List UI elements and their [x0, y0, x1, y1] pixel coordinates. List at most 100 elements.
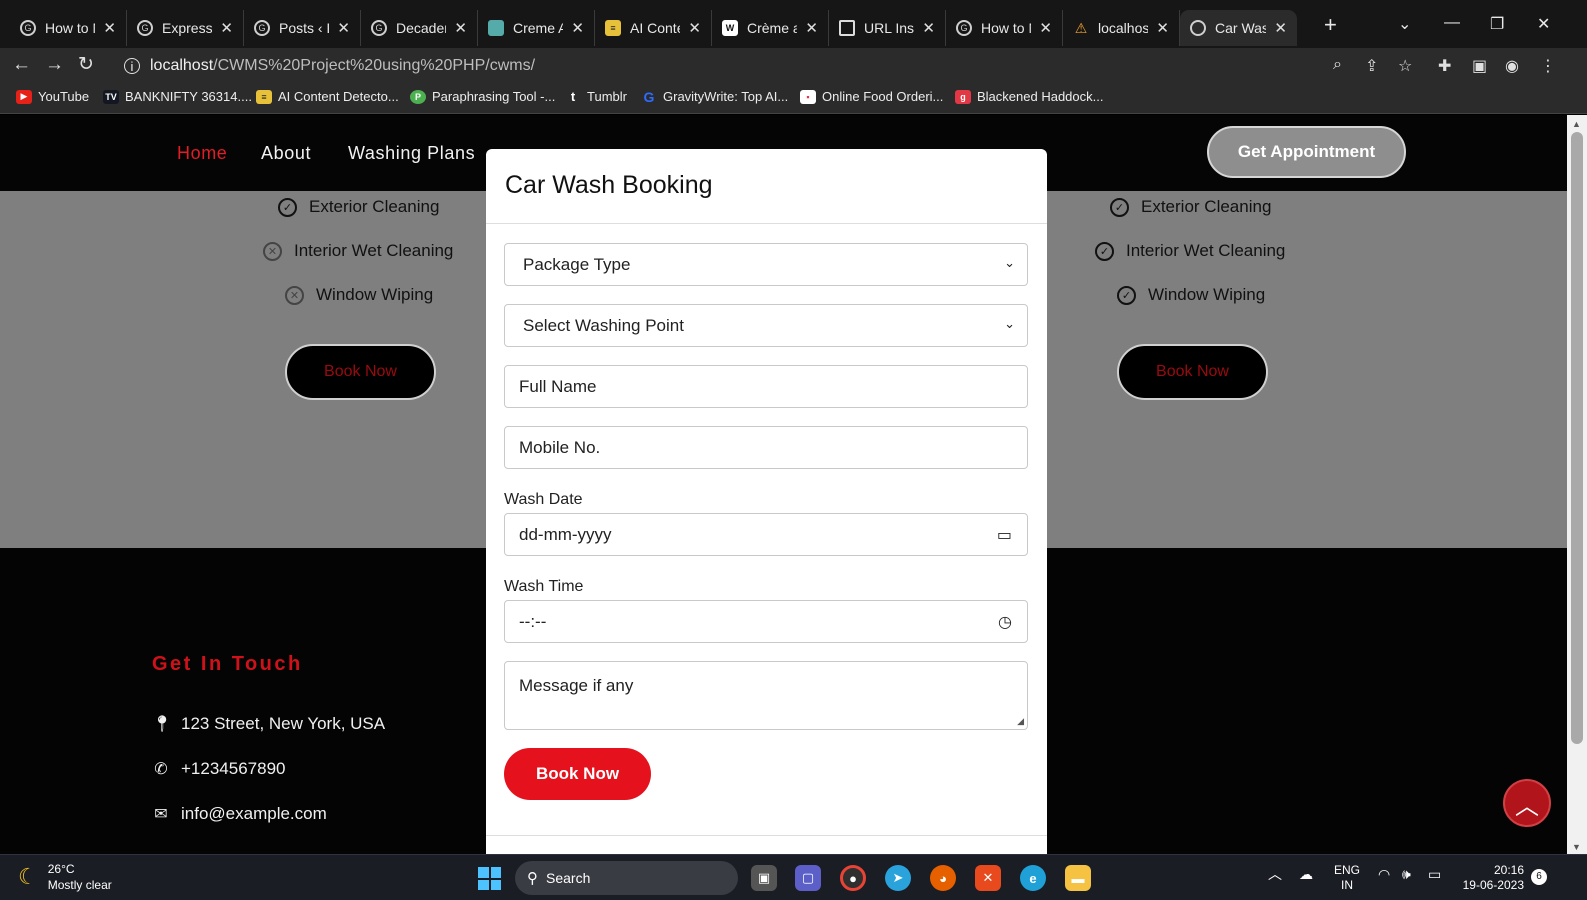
- scroll-down-arrow-icon[interactable]: ▼: [1572, 842, 1581, 852]
- close-icon[interactable]: ✕: [220, 19, 233, 37]
- close-icon[interactable]: ✕: [103, 19, 116, 37]
- windows-taskbar: ☾ 26°C Mostly clear ⚲ Search ▣ ▢ ● ➤ ◕ ✕…: [0, 854, 1587, 900]
- reload-icon[interactable]: ↻: [78, 54, 94, 76]
- scroll-up-arrow-icon[interactable]: ▲: [1572, 119, 1581, 129]
- profile-avatar-icon[interactable]: ◉: [1505, 56, 1519, 76]
- wash-time-input[interactable]: --:-- ◷: [504, 600, 1028, 643]
- browser-tab[interactable]: ⚠ localhost ✕: [1063, 10, 1180, 46]
- ai-detector-icon: ≡: [256, 89, 272, 104]
- footer-email[interactable]: ✉ info@example.com: [152, 804, 326, 824]
- browser-tab[interactable]: ≡ AI Conter ✕: [595, 10, 712, 46]
- task-view-icon[interactable]: ▣: [751, 865, 777, 891]
- bookmark-youtube[interactable]: ▶ YouTube: [16, 89, 89, 104]
- edge-icon[interactable]: e: [1020, 865, 1046, 891]
- url-field[interactable]: i localhost/CWMS%20Project%20using%20PHP…: [112, 52, 1322, 80]
- tray-chevron-up-icon[interactable]: ︿: [1268, 867, 1282, 882]
- forward-icon[interactable]: →: [45, 54, 64, 76]
- close-icon[interactable]: ✕: [688, 19, 701, 37]
- weather-widget[interactable]: ☾ 26°C Mostly clear: [18, 861, 112, 893]
- calendar-icon[interactable]: ▭: [997, 525, 1012, 545]
- browser-tab[interactable]: Creme Ar ✕: [478, 10, 595, 46]
- package-type-select[interactable]: Package Type ⌄: [504, 243, 1028, 286]
- browser-tab[interactable]: G Posts ‹ Rc ✕: [244, 10, 361, 46]
- browser-tab[interactable]: G Expressin ✕: [127, 10, 244, 46]
- book-now-button[interactable]: Book Now: [504, 748, 651, 800]
- close-icon[interactable]: ✕: [337, 19, 350, 37]
- message-textarea[interactable]: Message if any ◢: [504, 661, 1028, 730]
- plan-book-now-button[interactable]: Book Now: [1117, 344, 1268, 400]
- nav-washing-plans[interactable]: Washing Plans: [348, 143, 475, 164]
- share-icon[interactable]: ⇪: [1365, 56, 1378, 76]
- bookmark-haddock[interactable]: g Blackened Haddock...: [955, 89, 1103, 104]
- menu-dots-icon[interactable]: ⋮: [1540, 56, 1556, 76]
- browser-tab[interactable]: URL Inspe ✕: [829, 10, 946, 46]
- resize-handle-icon[interactable]: ◢: [1017, 716, 1024, 727]
- clock-icon[interactable]: ◷: [998, 612, 1012, 632]
- plan-book-now-button[interactable]: Book Now: [285, 344, 436, 400]
- xampp-icon[interactable]: ✕: [975, 865, 1001, 891]
- scrollbar-thumb[interactable]: [1571, 132, 1583, 744]
- volume-icon[interactable]: 🕪︎: [1402, 867, 1411, 882]
- bookmark-tumblr[interactable]: t Tumblr: [565, 89, 627, 104]
- close-icon[interactable]: ✕: [454, 19, 467, 37]
- zoom-icon[interactable]: ⌕: [1333, 56, 1342, 74]
- bookmark-ai-detector[interactable]: ≡ AI Content Detecto...: [256, 89, 399, 104]
- close-icon[interactable]: ✕: [1156, 19, 1169, 37]
- teams-icon[interactable]: ▢: [795, 865, 821, 891]
- envelope-icon: ✉: [154, 806, 168, 823]
- language-indicator[interactable]: ENG IN: [1334, 863, 1360, 893]
- chrome-icon[interactable]: ●: [840, 865, 866, 891]
- firefox-icon[interactable]: ◕: [930, 865, 956, 891]
- booking-modal: Car Wash Booking Package Type ⌄ Select W…: [486, 149, 1047, 854]
- new-tab-button[interactable]: +: [1324, 14, 1337, 36]
- tab-title: AI Conter: [630, 20, 680, 36]
- bookmark-paraphrasing[interactable]: P Paraphrasing Tool -...: [410, 89, 555, 104]
- back-to-top-button[interactable]: ︿: [1503, 779, 1551, 827]
- tab-title: How to M: [981, 20, 1031, 36]
- nav-home[interactable]: Home: [177, 143, 227, 164]
- file-explorer-icon[interactable]: ▬: [1065, 865, 1091, 891]
- telegram-icon[interactable]: ➤: [885, 865, 911, 891]
- modal-divider: [486, 223, 1047, 224]
- full-name-input[interactable]: Full Name: [504, 365, 1028, 408]
- onedrive-cloud-icon[interactable]: ☁: [1299, 867, 1313, 882]
- wash-date-input[interactable]: dd-mm-yyyy ▭: [504, 513, 1028, 556]
- site-info-icon[interactable]: i: [124, 58, 140, 74]
- battery-icon[interactable]: ▭: [1428, 867, 1441, 882]
- wifi-icon[interactable]: ◠: [1378, 867, 1390, 882]
- notification-badge[interactable]: 6: [1531, 869, 1547, 885]
- chrome-gray-icon: G: [371, 20, 387, 36]
- close-icon[interactable]: ✕: [571, 19, 584, 37]
- close-icon[interactable]: ✕: [1039, 19, 1052, 37]
- close-icon[interactable]: ✕: [805, 19, 818, 37]
- get-appointment-button[interactable]: Get Appointment: [1207, 126, 1406, 178]
- bookmark-banknifty[interactable]: TV BANKNIFTY 36314....: [103, 89, 252, 104]
- browser-tab[interactable]: G How to M ✕: [10, 10, 127, 46]
- close-icon[interactable]: ✕: [922, 19, 935, 37]
- browser-tab[interactable]: W Crème an ✕: [712, 10, 829, 46]
- close-window-icon[interactable]: ✕: [1537, 14, 1550, 34]
- tab-title: Expressin: [162, 20, 213, 36]
- plan-feature: ✓ Exterior Cleaning: [1110, 197, 1271, 217]
- restore-icon[interactable]: ❐: [1490, 14, 1504, 34]
- mobile-input[interactable]: Mobile No.: [504, 426, 1028, 469]
- browser-tab-active[interactable]: Car Wash ✕: [1180, 10, 1297, 46]
- clock[interactable]: 20:16 19-06-2023: [1460, 863, 1524, 893]
- bookmark-star-icon[interactable]: ☆: [1398, 56, 1412, 76]
- start-button[interactable]: [478, 867, 501, 890]
- nav-about[interactable]: About: [261, 143, 311, 164]
- washing-point-select[interactable]: Select Washing Point ⌄: [504, 304, 1028, 347]
- search-icon: ⚲: [527, 870, 538, 887]
- bookmark-food-ordering[interactable]: ▪ Online Food Orderi...: [800, 89, 943, 104]
- extensions-icon[interactable]: ✚: [1438, 56, 1451, 76]
- minimize-icon[interactable]: —: [1444, 14, 1460, 32]
- browser-tab[interactable]: G Decadent ✕: [361, 10, 478, 46]
- browser-tab[interactable]: G How to M ✕: [946, 10, 1063, 46]
- close-icon[interactable]: ✕: [1274, 19, 1287, 37]
- modal-footer-divider: [486, 835, 1047, 836]
- back-icon[interactable]: ←: [12, 54, 31, 76]
- taskbar-search[interactable]: ⚲ Search: [515, 861, 738, 895]
- bookmark-gravitywrite[interactable]: G GravityWrite: Top AI...: [641, 89, 788, 105]
- side-panel-icon[interactable]: ▣: [1472, 56, 1487, 76]
- tab-search-icon[interactable]: ⌄: [1398, 14, 1411, 34]
